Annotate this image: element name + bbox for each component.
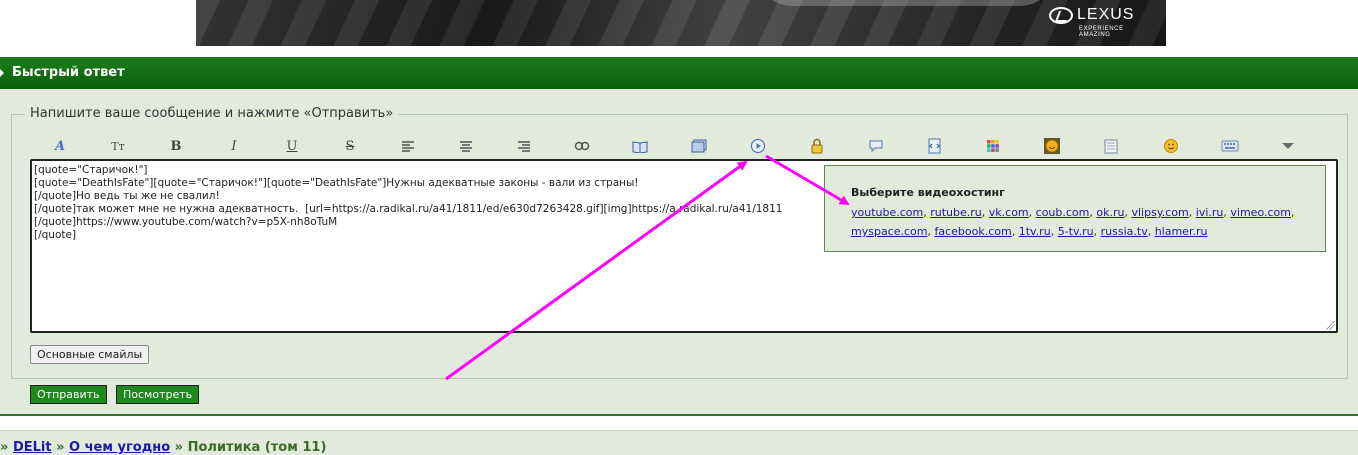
link-button[interactable]	[572, 136, 592, 156]
image-gallery-icon	[691, 139, 707, 153]
video-host-link[interactable]: youtube.com	[851, 206, 923, 219]
resize-grip[interactable]	[1326, 321, 1335, 330]
book-icon	[632, 140, 648, 153]
align-left-button[interactable]	[398, 136, 418, 156]
preview-button[interactable]: Посмотреть	[116, 385, 200, 404]
smiley-icon	[1164, 139, 1178, 153]
align-center-button[interactable]	[456, 136, 476, 156]
italic-button[interactable]: I	[224, 136, 244, 156]
banner-background	[196, 0, 1166, 46]
video-host-link[interactable]: vimeo.com	[1230, 206, 1291, 219]
align-left-icon	[402, 141, 414, 152]
quick-reply-form: Напишите ваше сообщение и нажмите «Отпра…	[0, 89, 1358, 414]
fieldset-legend: Напишите ваше сообщение и нажмите «Отпра…	[25, 106, 399, 121]
breadcrumb-separator: »	[0, 440, 9, 455]
speech-bubble-icon	[869, 140, 883, 153]
smiley-button[interactable]	[1161, 136, 1181, 156]
quick-reply-header[interactable]: Быстрый ответ	[0, 57, 1358, 89]
keyboard-button[interactable]	[1220, 136, 1240, 156]
lexus-ad-banner[interactable]: LEXUS EXPERIENCE AMAZING	[196, 0, 1166, 46]
banner-tagline: EXPERIENCE AMAZING	[1079, 26, 1124, 38]
hide-button[interactable]	[807, 136, 827, 156]
video-host-link[interactable]: 5-tv.ru	[1058, 225, 1094, 238]
breadcrumb-section-link[interactable]: О чем угодно	[69, 440, 170, 455]
color-palette-icon	[987, 140, 999, 152]
quick-reply-title: Быстрый ответ	[12, 65, 125, 80]
video-hosting-popup: Выберите видеохостинг youtube.com, rutub…	[824, 165, 1326, 252]
video-host-link[interactable]: russia.tv	[1101, 225, 1148, 238]
bbcode-toolbar: A Tт B I U S	[30, 136, 1320, 156]
send-button[interactable]: Отправить	[30, 385, 107, 404]
breadcrumb-topic: Политика (том 11)	[187, 440, 327, 455]
code-button[interactable]	[924, 136, 944, 156]
video-popup-title: Выберите видеохостинг	[851, 186, 1005, 199]
video-host-link[interactable]: hlamer.ru	[1155, 225, 1208, 238]
video-host-link[interactable]: ivi.ru	[1196, 206, 1224, 219]
align-right-icon	[518, 141, 530, 152]
align-right-button[interactable]	[514, 136, 534, 156]
breadcrumb: » DELit » О чем угодно » Политика (том 1…	[0, 430, 1358, 455]
strikethrough-button[interactable]: S	[340, 136, 360, 156]
align-center-icon	[460, 141, 472, 152]
play-icon	[750, 138, 766, 154]
breadcrumb-separator: »	[56, 440, 65, 455]
video-host-link[interactable]: facebook.com	[934, 225, 1011, 238]
lexus-logo: LEXUS EXPERIENCE AMAZING	[1049, 5, 1154, 38]
banner-brand: LEXUS	[1077, 6, 1135, 23]
video-host-list: youtube.com, rutube.ru, vk.com, coub.com…	[851, 206, 1295, 238]
video-host-link[interactable]: ok.ru	[1096, 206, 1124, 219]
video-host-link[interactable]: coub.com	[1036, 206, 1090, 219]
underline-button[interactable]: U	[282, 136, 302, 156]
video-button[interactable]	[748, 136, 768, 156]
font-size-button[interactable]: Tт	[108, 136, 128, 156]
basic-smileys-button[interactable]: Основные смайлы	[30, 345, 150, 364]
video-host-link[interactable]: vlipsy.com	[1131, 206, 1188, 219]
video-host-link[interactable]: rutube.ru	[930, 206, 982, 219]
breadcrumb-forum-link[interactable]: DELit	[13, 440, 52, 455]
collapse-triangle-icon	[0, 69, 4, 77]
video-host-link[interactable]: myspace.com	[851, 225, 927, 238]
breadcrumb-separator: »	[174, 440, 184, 455]
book-button[interactable]	[630, 136, 650, 156]
more-dropdown-button[interactable]	[1278, 136, 1298, 156]
smile-box-button[interactable]	[1042, 136, 1062, 156]
lock-icon	[811, 138, 823, 154]
video-host-link[interactable]: 1tv.ru	[1019, 225, 1051, 238]
font-button[interactable]: A	[50, 136, 70, 156]
video-host-link[interactable]: vk.com	[989, 206, 1029, 219]
code-document-icon	[928, 138, 941, 154]
lexus-logo-icon	[1049, 7, 1073, 24]
table-button[interactable]	[1101, 136, 1121, 156]
banner-car-image	[756, 0, 1056, 6]
quote-button[interactable]	[866, 136, 886, 156]
keyboard-icon	[1221, 140, 1239, 152]
link-icon	[574, 141, 590, 151]
image-button[interactable]	[689, 136, 709, 156]
chevron-down-icon	[1282, 143, 1294, 149]
table-icon	[1104, 139, 1118, 153]
bold-button[interactable]: B	[166, 136, 186, 156]
smiley-box-icon	[1044, 138, 1060, 154]
color-button[interactable]	[983, 136, 1003, 156]
